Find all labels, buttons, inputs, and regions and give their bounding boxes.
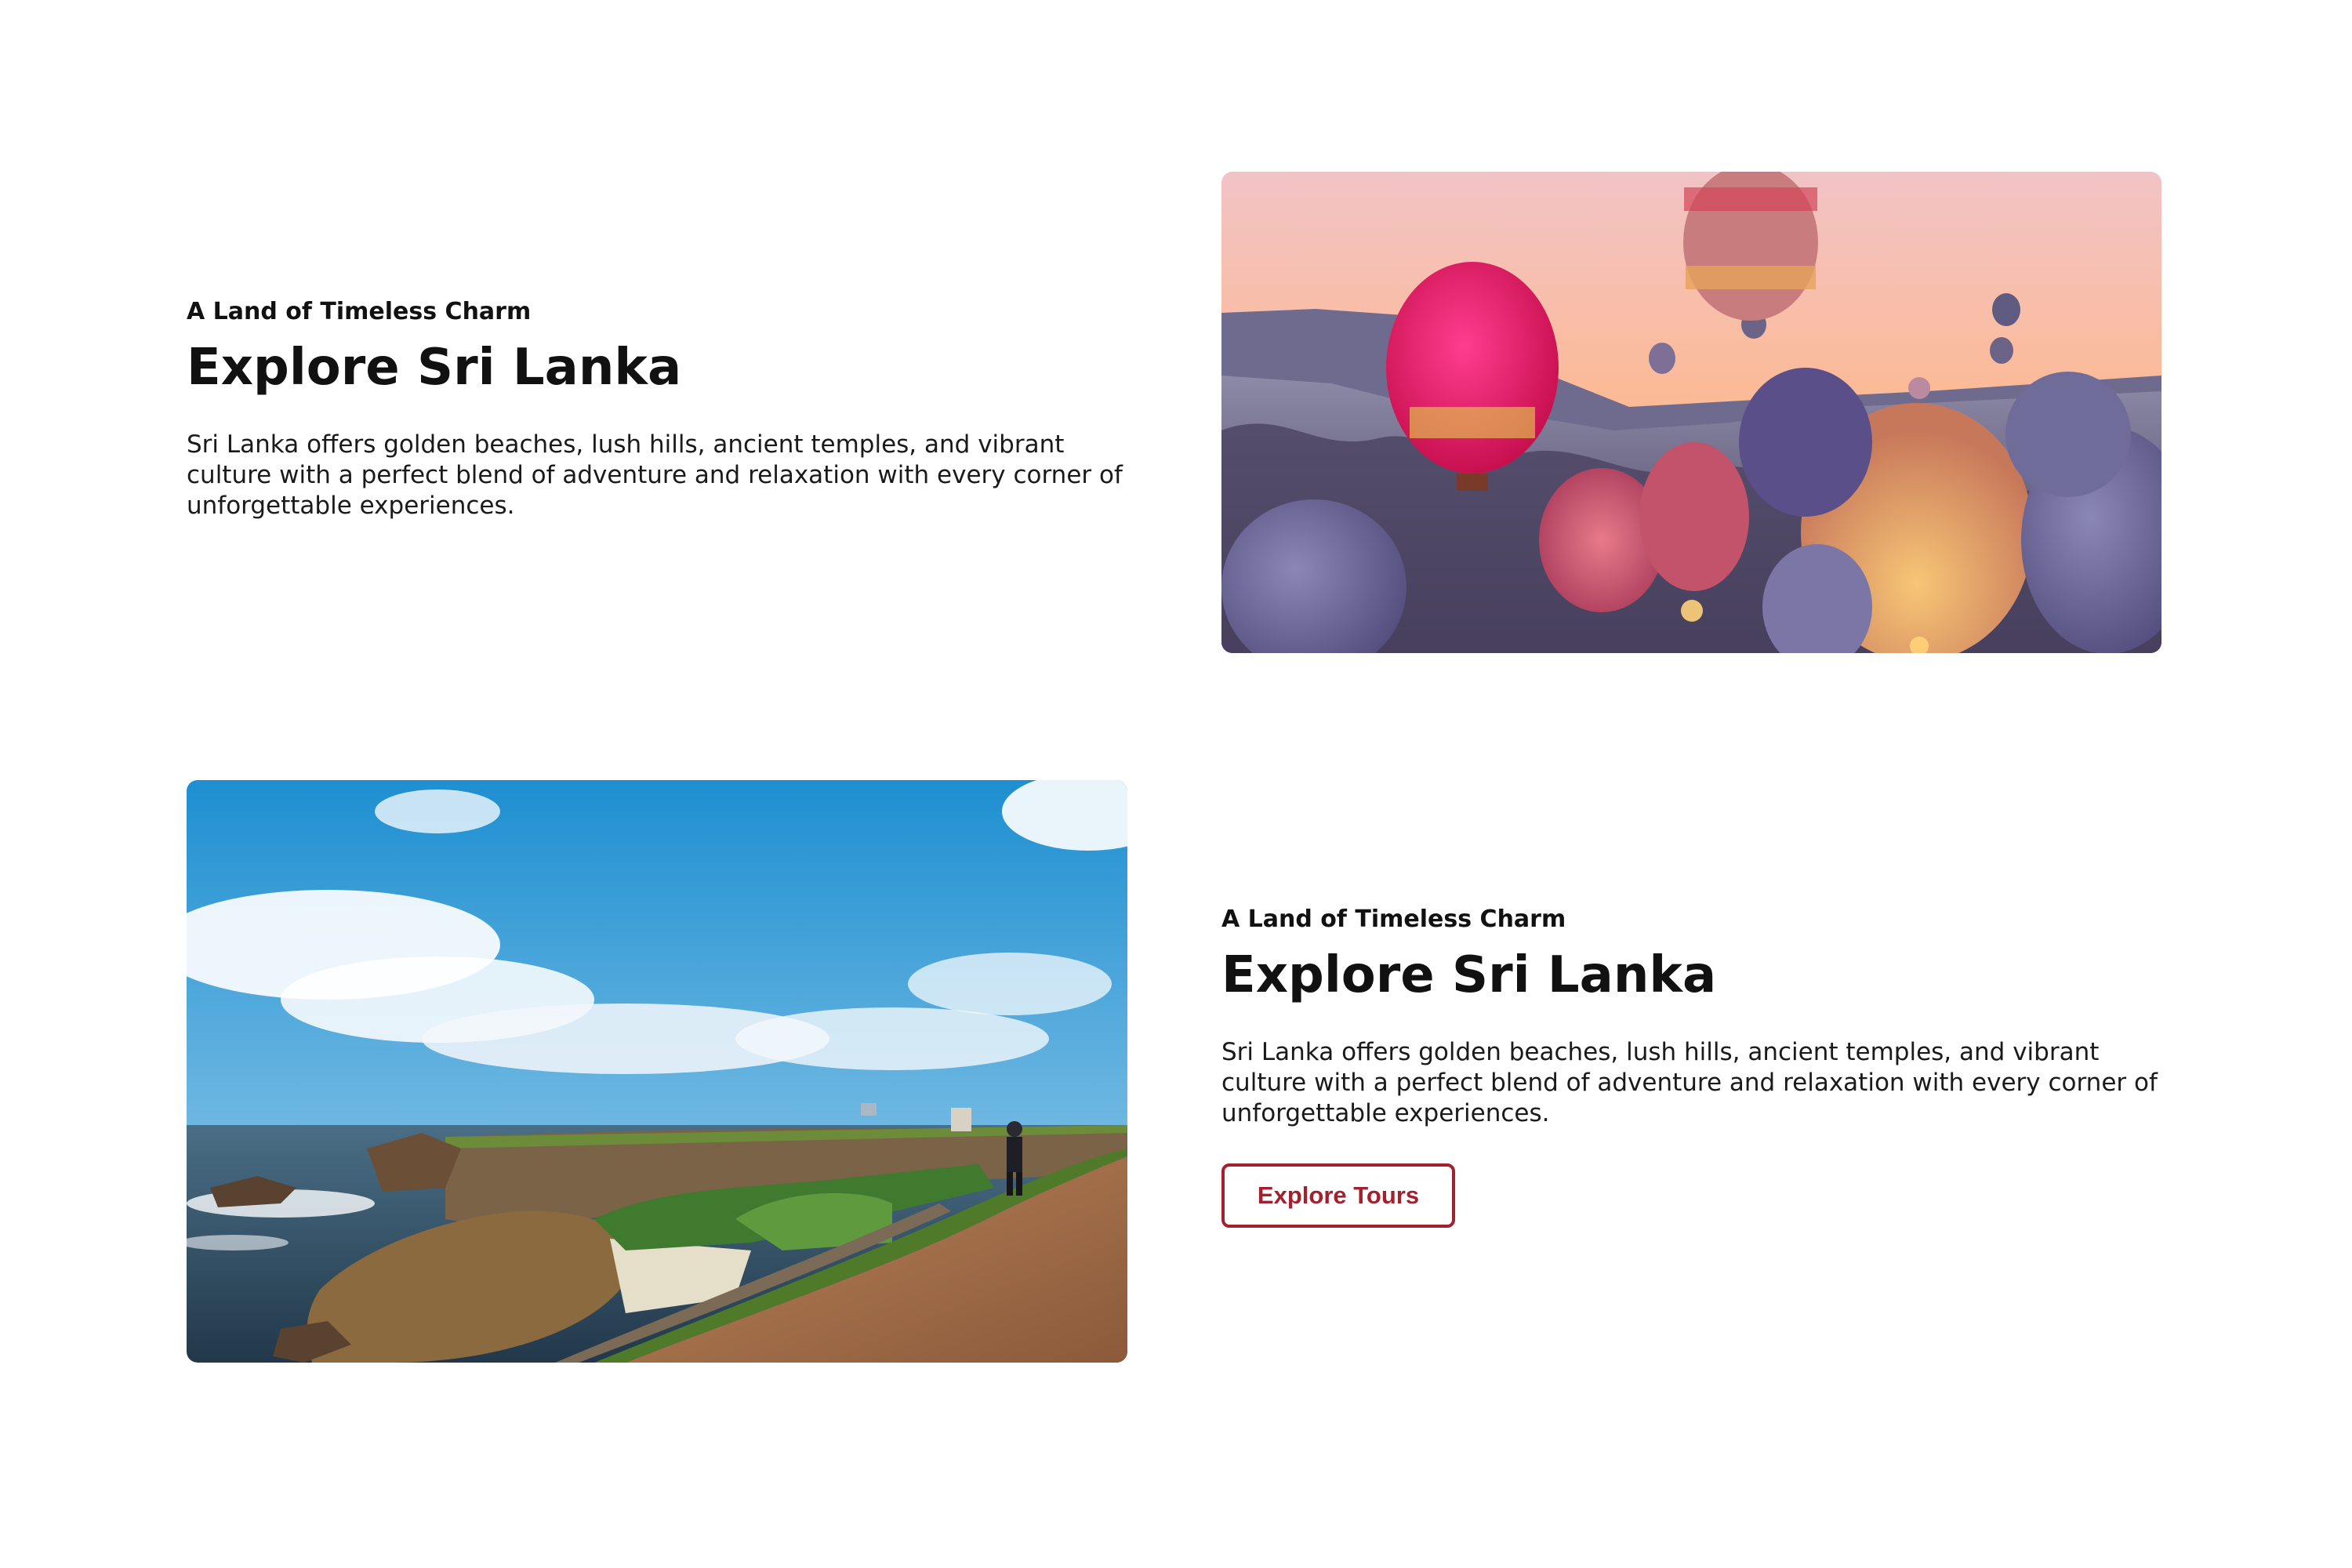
feature-title: Explore Sri Lanka	[187, 339, 682, 397]
feature-eyebrow: A Land of Timeless Charm	[1221, 906, 1566, 933]
feature-title: Explore Sri Lanka	[1221, 946, 1717, 1004]
balloons-image	[1221, 172, 2161, 653]
feature-text-1: A Land of Timeless Charm Explore Sri Lan…	[187, 298, 1135, 521]
coastal-fort-image	[187, 780, 1127, 1363]
explore-tours-button[interactable]: Explore Tours	[1221, 1163, 1455, 1228]
balloons-illustration	[1221, 172, 2161, 653]
feature-description: Sri Lanka offers golden beaches, lush hi…	[1221, 1038, 2158, 1127]
feature-eyebrow: A Land of Timeless Charm	[187, 298, 532, 325]
feature-text-2: A Land of Timeless Charm Explore Sri Lan…	[1221, 906, 2170, 1228]
coastal-fort-illustration	[187, 780, 1127, 1363]
feature-description: Sri Lanka offers golden beaches, lush hi…	[187, 430, 1123, 520]
